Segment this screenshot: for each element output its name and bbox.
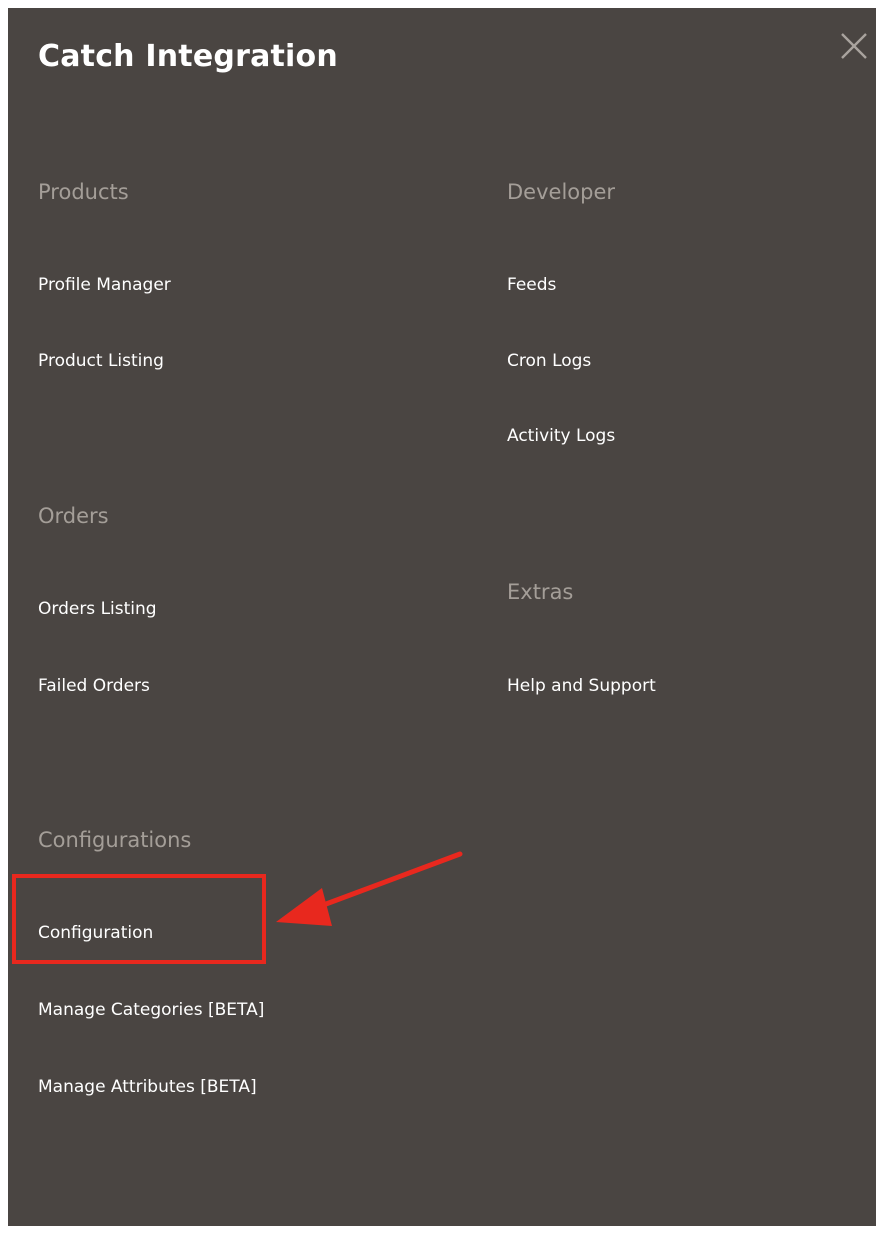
menu-item-orders-listing[interactable]: Orders Listing — [38, 601, 157, 618]
close-icon — [841, 33, 867, 59]
orders-heading: Orders — [38, 504, 109, 528]
pointer-arrow-icon — [276, 851, 463, 926]
menu-item-manage-attributes[interactable]: Manage Attributes [BETA] — [38, 1079, 257, 1096]
menu-title: Catch Integration — [38, 39, 338, 74]
configurations-heading: Configurations — [38, 828, 192, 852]
menu-panel: Catch Integration Products Profile Manag… — [8, 8, 876, 1226]
menu-item-cron-logs[interactable]: Cron Logs — [507, 353, 591, 370]
menu-item-profile-manager[interactable]: Profile Manager — [38, 277, 171, 294]
menu-item-activity-logs[interactable]: Activity Logs — [507, 428, 615, 445]
menu-item-manage-categories[interactable]: Manage Categories [BETA] — [38, 1002, 264, 1019]
menu-item-product-listing[interactable]: Product Listing — [38, 353, 164, 370]
products-heading: Products — [38, 180, 129, 204]
developer-heading: Developer — [507, 180, 616, 204]
menu-item-feeds[interactable]: Feeds — [507, 277, 556, 294]
menu-item-help-and-support[interactable]: Help and Support — [507, 678, 656, 695]
extras-heading: Extras — [507, 580, 574, 604]
menu-item-failed-orders[interactable]: Failed Orders — [38, 678, 150, 695]
highlight-box — [12, 874, 266, 964]
close-button[interactable] — [834, 26, 874, 66]
